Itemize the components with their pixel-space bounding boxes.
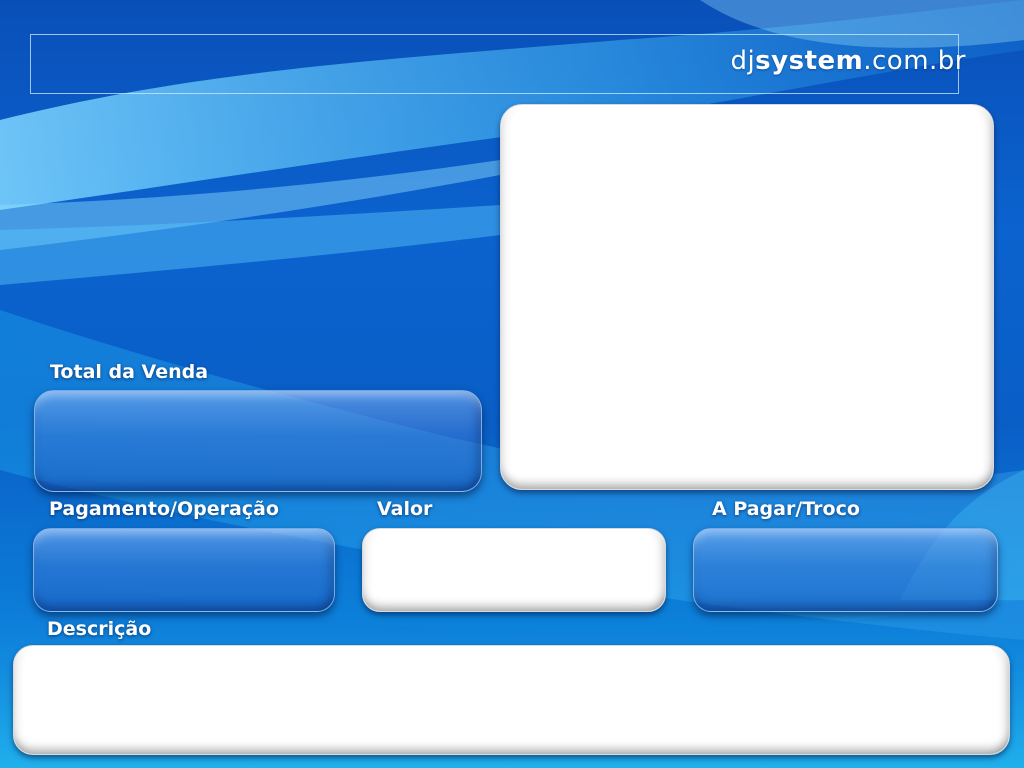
pagamento-operacao-field bbox=[33, 528, 335, 612]
total-venda-field bbox=[34, 390, 482, 492]
a-pagar-troco-label: A Pagar/Troco bbox=[712, 498, 860, 520]
pdv-screen: djsystem.com.br Total da Venda Pagamento… bbox=[0, 0, 1024, 768]
brand-suffix: .com.br bbox=[863, 46, 966, 76]
product-image-panel bbox=[500, 104, 994, 490]
brand-prefix: dj bbox=[730, 46, 756, 76]
brand-logo: djsystem.com.br bbox=[730, 46, 966, 76]
valor-field bbox=[362, 528, 666, 612]
valor-label: Valor bbox=[377, 498, 433, 520]
descricao-label: Descrição bbox=[47, 618, 152, 640]
pagamento-operacao-label: Pagamento/Operação bbox=[49, 498, 279, 520]
total-venda-label: Total da Venda bbox=[50, 361, 209, 383]
brand-strong: system bbox=[755, 46, 864, 76]
a-pagar-troco-field bbox=[693, 528, 998, 612]
descricao-field bbox=[13, 645, 1010, 755]
